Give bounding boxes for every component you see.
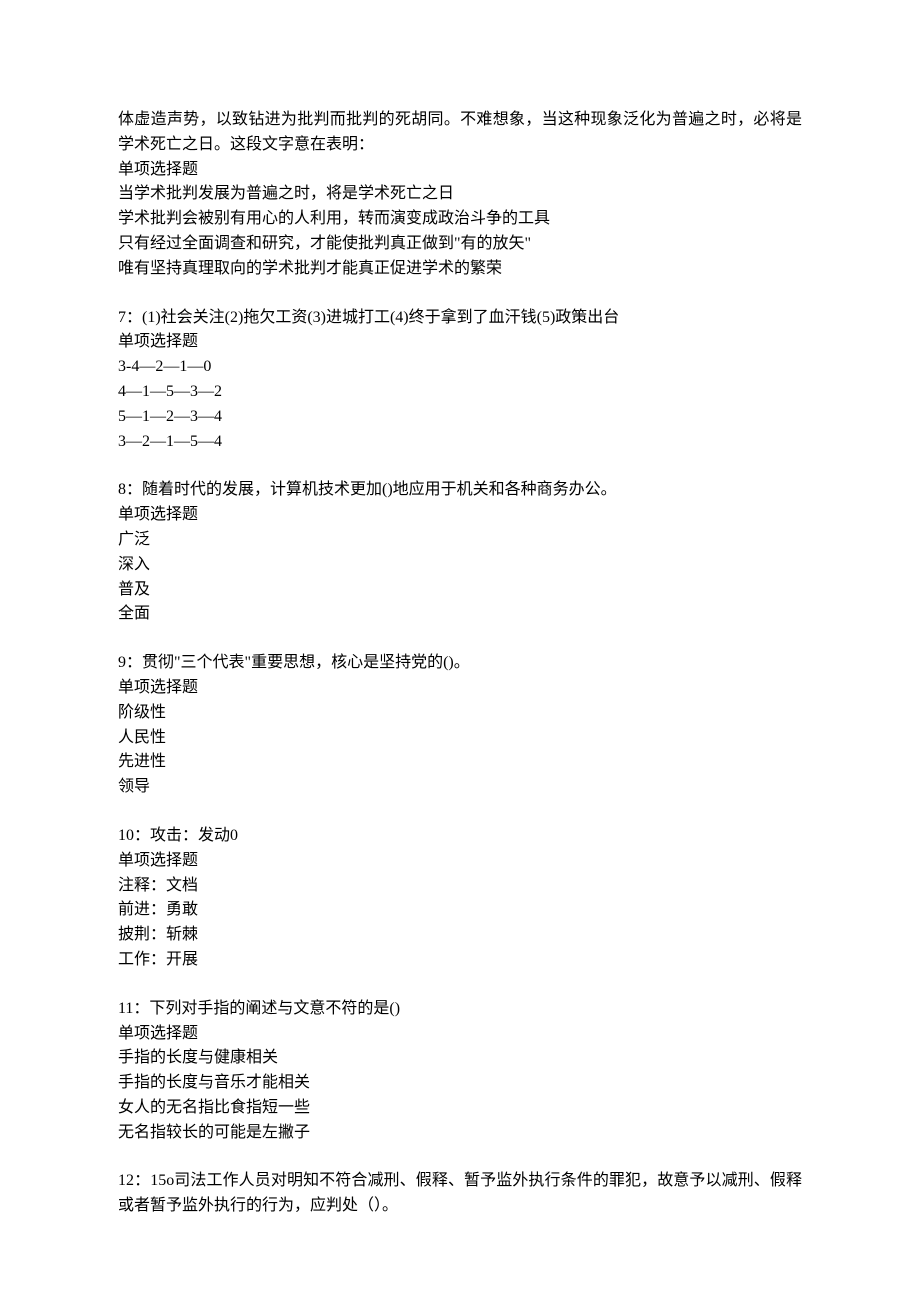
- option-text: 工作：开展: [118, 948, 802, 973]
- question-type-label: 单项选择题: [118, 676, 802, 701]
- question-9: 9：贯彻"三个代表"重要思想，核心是坚持党的()。 单项选择题 阶级性 人民性 …: [118, 651, 802, 800]
- question-type-label: 单项选择题: [118, 849, 802, 874]
- option-text: 广泛: [118, 528, 802, 553]
- question-type-label: 单项选择题: [118, 503, 802, 528]
- question-type-label: 单项选择题: [118, 158, 802, 183]
- option-text: 领导: [118, 775, 802, 800]
- question-11: 11：下列对手指的阐述与文意不符的是() 单项选择题 手指的长度与健康相关 手指…: [118, 997, 802, 1146]
- question-type-label: 单项选择题: [118, 330, 802, 355]
- intro-line: 体虚造声势，以致钻进为批判而批判的死胡同。不难想象，当这种现象泛化为普遍之时，必…: [118, 108, 802, 158]
- question-stem: 12：15o司法工作人员对明知不符合减刑、假释、暂予监外执行条件的罪犯，故意予以…: [118, 1169, 802, 1219]
- option-text: 3—2—1—5—4: [118, 430, 802, 455]
- option-text: 无名指较长的可能是左撇子: [118, 1121, 802, 1146]
- option-text: 女人的无名指比食指短一些: [118, 1096, 802, 1121]
- question-7: 7：(1)社会关注(2)拖欠工资(3)进城打工(4)终于拿到了血汗钱(5)政策出…: [118, 306, 802, 455]
- question-8: 8：随着时代的发展，计算机技术更加()地应用于机关和各种商务办公。 单项选择题 …: [118, 478, 802, 627]
- option-text: 4—1—5—3—2: [118, 380, 802, 405]
- option-text: 手指的长度与音乐才能相关: [118, 1071, 802, 1096]
- option-text: 唯有坚持真理取向的学术批判才能真正促进学术的繁荣: [118, 257, 802, 282]
- question-stem: 11：下列对手指的阐述与文意不符的是(): [118, 997, 802, 1022]
- option-text: 先进性: [118, 750, 802, 775]
- option-text: 手指的长度与健康相关: [118, 1046, 802, 1071]
- option-text: 深入: [118, 553, 802, 578]
- option-text: 普及: [118, 578, 802, 603]
- option-text: 只有经过全面调查和研究，才能使批判真正做到"有的放矢": [118, 232, 802, 257]
- question-stem: 8：随着时代的发展，计算机技术更加()地应用于机关和各种商务办公。: [118, 478, 802, 503]
- option-text: 注释：文档: [118, 874, 802, 899]
- question-stem: 9：贯彻"三个代表"重要思想，核心是坚持党的()。: [118, 651, 802, 676]
- document-page: 体虚造声势，以致钻进为批判而批判的死胡同。不难想象，当这种现象泛化为普遍之时，必…: [0, 0, 920, 1303]
- question-stem: 7：(1)社会关注(2)拖欠工资(3)进城打工(4)终于拿到了血汗钱(5)政策出…: [118, 306, 802, 331]
- option-text: 当学术批判发展为普遍之时，将是学术死亡之日: [118, 182, 802, 207]
- question-type-label: 单项选择题: [118, 1022, 802, 1047]
- option-text: 前进：勇敢: [118, 898, 802, 923]
- question-10: 10：攻击：发动0 单项选择题 注释：文档 前进：勇敢 披荆：斩棘 工作：开展: [118, 824, 802, 973]
- option-text: 学术批判会被别有用心的人利用，转而演变成政治斗争的工具: [118, 207, 802, 232]
- option-text: 人民性: [118, 726, 802, 751]
- option-text: 披荆：斩棘: [118, 923, 802, 948]
- option-text: 5—1—2—3—4: [118, 405, 802, 430]
- option-text: 3-4—2—1—0: [118, 355, 802, 380]
- intro-block: 体虚造声势，以致钻进为批判而批判的死胡同。不难想象，当这种现象泛化为普遍之时，必…: [118, 108, 802, 282]
- question-stem: 10：攻击：发动0: [118, 824, 802, 849]
- question-12: 12：15o司法工作人员对明知不符合减刑、假释、暂予监外执行条件的罪犯，故意予以…: [118, 1169, 802, 1219]
- option-text: 阶级性: [118, 701, 802, 726]
- option-text: 全面: [118, 602, 802, 627]
